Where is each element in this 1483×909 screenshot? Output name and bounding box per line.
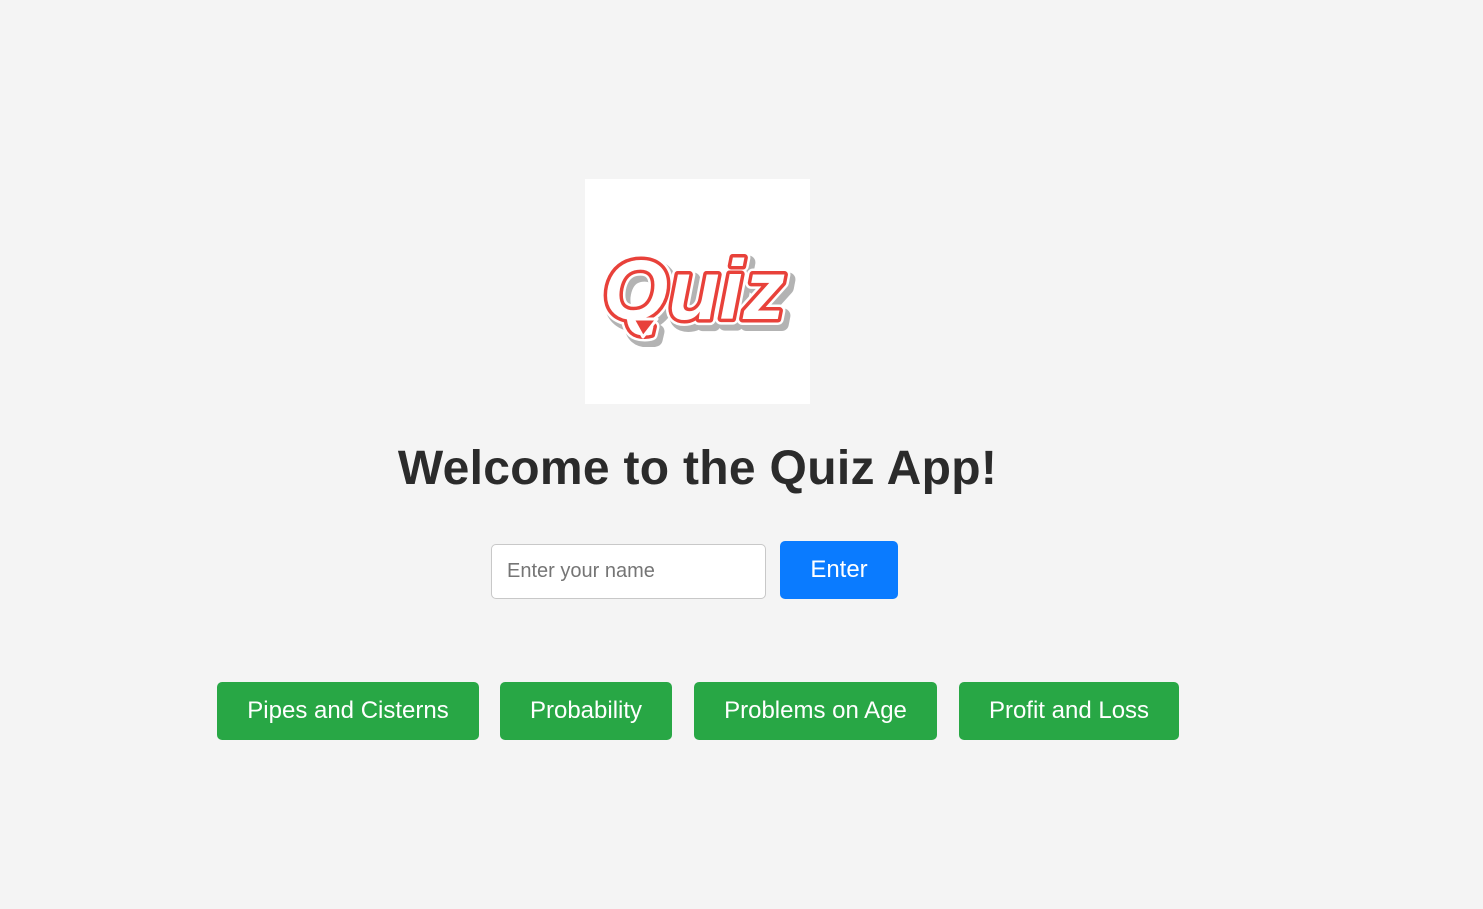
page-title: Welcome to the Quiz App!	[397, 442, 998, 495]
quiz-home-page: Quiz Quiz Quiz Quiz Welcome to the Quiz …	[0, 0, 1483, 909]
svg-text:Quiz: Quiz	[603, 243, 785, 337]
enter-button[interactable]: Enter	[780, 541, 898, 599]
topic-button-problems-on-age[interactable]: Problems on Age	[694, 682, 937, 740]
topic-button-pipes-and-cisterns[interactable]: Pipes and Cisterns	[217, 682, 479, 740]
name-input[interactable]	[491, 544, 766, 599]
quiz-logo: Quiz Quiz Quiz Quiz	[585, 179, 810, 404]
topic-button-probability[interactable]: Probability	[500, 682, 672, 740]
quiz-logo-icon: Quiz Quiz Quiz Quiz	[597, 237, 796, 347]
topic-button-profit-and-loss[interactable]: Profit and Loss	[959, 682, 1179, 740]
